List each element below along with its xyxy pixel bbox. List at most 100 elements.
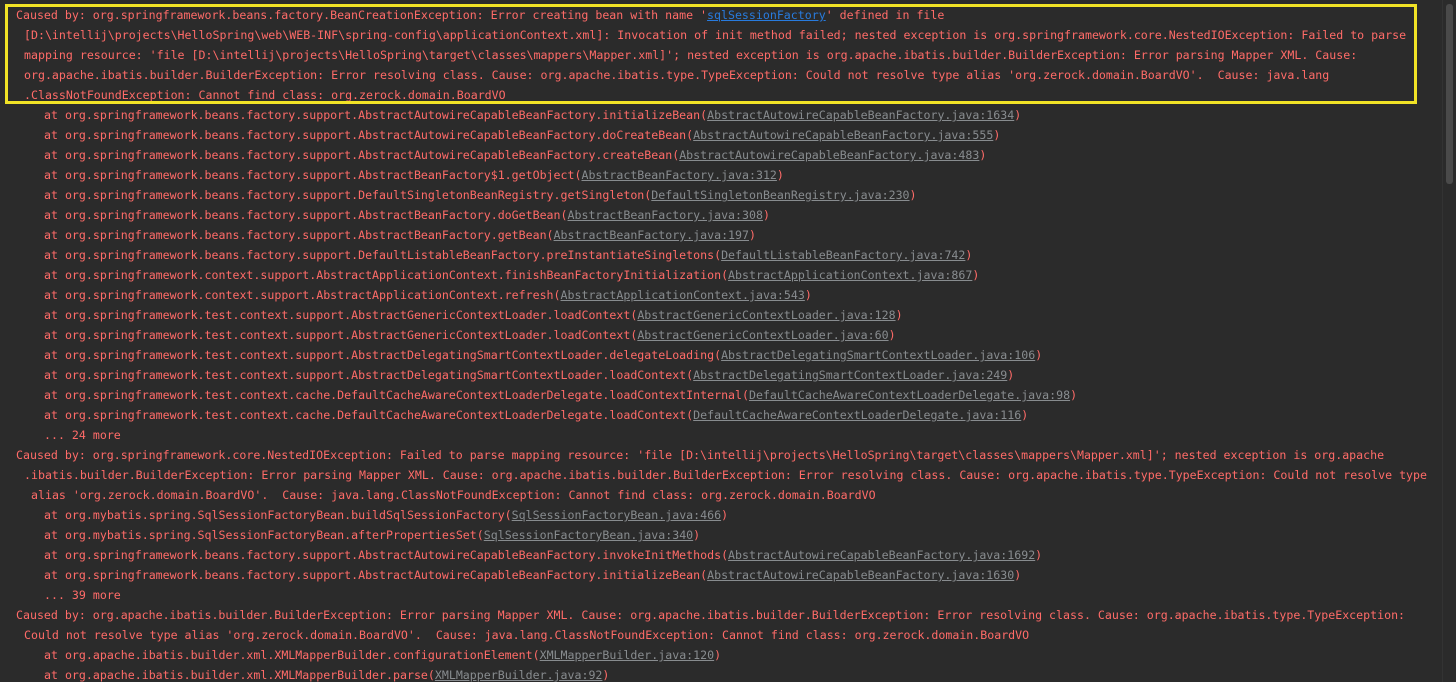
frame-close: ) [965, 248, 973, 262]
frame-close: ) [1021, 408, 1029, 422]
stack-frame-line: at org.springframework.beans.factory.sup… [44, 225, 756, 245]
stack-frame-line: at org.springframework.context.support.A… [44, 265, 979, 285]
stack-frame-line: at org.springframework.test.context.supp… [44, 345, 1042, 365]
source-file-link[interactable]: AbstractAutowireCapableBeanFactory.java:… [707, 568, 1014, 582]
exception-continuation-line: alias 'org.zerock.domain.BoardVO'. Cause… [31, 488, 876, 502]
frame-close: ) [749, 228, 756, 242]
frame-method: at org.springframework.beans.factory.sup… [44, 188, 652, 202]
frame-method: at org.springframework.beans.factory.sup… [44, 228, 554, 242]
source-file-link[interactable]: AbstractGenericContextLoader.java:128 [637, 308, 895, 322]
source-file-link[interactable]: AbstractDelegatingSmartContextLoader.jav… [693, 368, 1007, 382]
frame-method: at org.springframework.beans.factory.sup… [44, 148, 680, 162]
frame-method: at org.springframework.context.support.A… [44, 288, 561, 302]
source-file-link[interactable]: SqlSessionFactoryBean.java:466 [512, 508, 721, 522]
frame-method: at org.apache.ibatis.builder.xml.XMLMapp… [44, 668, 435, 682]
source-file-link[interactable]: XMLMapperBuilder.java:92 [435, 668, 603, 682]
source-file-link[interactable]: AbstractAutowireCapableBeanFactory.java:… [707, 108, 1014, 122]
source-file-link[interactable]: AbstractAutowireCapableBeanFactory.java:… [693, 128, 993, 142]
frame-close: ) [721, 508, 729, 522]
exception-continuation-line: [D:\intellij\projects\HelloSpring\web\WE… [24, 28, 1407, 42]
source-file-link[interactable]: DefaultCacheAwareContextLoaderDelegate.j… [749, 388, 1070, 402]
frame-method: at org.springframework.test.context.supp… [44, 328, 638, 342]
exception-cause-line: Caused by: org.springframework.core.Nest… [16, 448, 1385, 462]
stack-frame-line: at org.springframework.test.context.supp… [44, 305, 903, 325]
frame-method: at org.springframework.test.context.cach… [44, 408, 694, 422]
stack-frame-line: at org.springframework.beans.factory.sup… [44, 165, 784, 185]
frame-close: ) [993, 128, 1001, 142]
frame-close: ) [1014, 108, 1022, 122]
frame-method: at org.springframework.beans.factory.sup… [44, 108, 708, 122]
frame-method: at org.apache.ibatis.builder.xml.XMLMapp… [44, 648, 540, 662]
source-file-link[interactable]: AbstractBeanFactory.java:197 [554, 228, 749, 242]
exception-continuation-line: .ibatis.builder.BuilderException: Error … [24, 468, 1427, 482]
exception-continuation-line: Could not resolve type alias 'org.zerock… [24, 628, 1030, 642]
stack-frame-line: at org.springframework.test.context.supp… [44, 365, 1014, 385]
line-text: Caused by: org.springframework.beans.fac… [16, 8, 708, 22]
source-file-link[interactable]: AbstractApplicationContext.java:543 [561, 288, 805, 302]
frame-method: at org.springframework.test.context.supp… [44, 308, 638, 322]
source-file-link[interactable]: AbstractApplicationContext.java:867 [728, 268, 972, 282]
stack-frame-line: at org.springframework.beans.factory.sup… [44, 125, 1000, 145]
line-text: ' defined in file [825, 8, 945, 22]
stack-frame-line: at org.springframework.test.context.cach… [44, 405, 1028, 425]
frame-method: at org.springframework.beans.factory.sup… [44, 248, 722, 262]
scrollbar-thumb[interactable] [1446, 4, 1453, 184]
frame-method: at org.springframework.beans.factory.sup… [44, 548, 729, 562]
frame-method: at org.springframework.context.support.A… [44, 268, 729, 282]
source-file-link[interactable]: AbstractAutowireCapableBeanFactory.java:… [679, 148, 979, 162]
source-file-link[interactable]: AbstractDelegatingSmartContextLoader.jav… [721, 348, 1035, 362]
frame-close: ) [909, 188, 917, 202]
frame-close: ) [762, 208, 770, 222]
console-output[interactable]: Caused by: org.springframework.beans.fac… [0, 0, 1443, 682]
stack-frame-line: at org.springframework.beans.factory.sup… [44, 545, 1042, 565]
vertical-scrollbar[interactable] [1442, 0, 1456, 682]
stack-frame-line: at org.springframework.test.context.supp… [44, 325, 896, 345]
frame-close: ) [1007, 368, 1015, 382]
frame-method: at org.springframework.beans.factory.sup… [44, 168, 582, 182]
source-file-link[interactable]: AbstractAutowireCapableBeanFactory.java:… [728, 548, 1035, 562]
frame-method: at org.springframework.test.context.cach… [44, 388, 749, 402]
stack-frame-line: at org.apache.ibatis.builder.xml.XMLMapp… [44, 645, 721, 665]
frame-close: ) [1035, 548, 1043, 562]
frame-close: ) [602, 668, 610, 682]
stack-frame-line: at org.mybatis.spring.SqlSessionFactoryB… [44, 505, 728, 525]
frame-method: at org.springframework.beans.factory.sup… [44, 128, 694, 142]
stack-frame-line: at org.springframework.test.context.cach… [44, 385, 1077, 405]
frame-close: ) [972, 268, 980, 282]
stack-frame-line: at org.apache.ibatis.builder.xml.XMLMapp… [44, 665, 609, 682]
frame-close: ) [804, 288, 812, 302]
frame-close: ) [1014, 568, 1022, 582]
exception-continuation-line: .ClassNotFoundException: Cannot find cla… [24, 88, 506, 102]
source-file-link[interactable]: DefaultCacheAwareContextLoaderDelegate.j… [693, 408, 1021, 422]
stack-frame-line: at org.mybatis.spring.SqlSessionFactoryB… [44, 525, 700, 545]
frame-method: at org.springframework.test.context.supp… [44, 368, 694, 382]
frame-close: ) [888, 328, 896, 342]
exception-cause-line: Caused by: org.springframework.beans.fac… [16, 5, 944, 25]
frame-close: ) [979, 148, 987, 162]
stack-frame-line: at org.springframework.beans.factory.sup… [44, 565, 1021, 585]
frame-method: at org.springframework.beans.factory.sup… [44, 208, 568, 222]
source-file-link[interactable]: DefaultListableBeanFactory.java:742 [721, 248, 965, 262]
stack-frame-line: at org.springframework.context.support.A… [44, 285, 812, 305]
frame-close: ) [1035, 348, 1043, 362]
frame-close: ) [895, 308, 903, 322]
source-file-link[interactable]: AbstractGenericContextLoader.java:60 [637, 328, 888, 342]
stack-frame-line: at org.springframework.beans.factory.sup… [44, 105, 1021, 125]
bean-name-link[interactable]: sqlSessionFactory [707, 8, 826, 22]
exception-continuation-line: mapping resource: 'file [D:\intellij\pro… [24, 48, 1358, 62]
source-file-link[interactable]: XMLMapperBuilder.java:120 [540, 648, 715, 662]
source-file-link[interactable]: AbstractBeanFactory.java:308 [568, 208, 763, 222]
source-file-link[interactable]: SqlSessionFactoryBean.java:340 [484, 528, 693, 542]
frame-method: at org.mybatis.spring.SqlSessionFactoryB… [44, 528, 484, 542]
stack-frame-line: at org.springframework.beans.factory.sup… [44, 185, 917, 205]
source-file-link[interactable]: AbstractBeanFactory.java:312 [581, 168, 776, 182]
more-frames-line: ... 24 more [44, 428, 121, 442]
frame-close: ) [693, 528, 701, 542]
source-file-link[interactable]: DefaultSingletonBeanRegistry.java:230 [651, 188, 909, 202]
exception-cause-line: Caused by: org.apache.ibatis.builder.Bui… [16, 608, 1406, 622]
stack-frame-line: at org.springframework.beans.factory.sup… [44, 205, 770, 225]
stack-frame-line: at org.springframework.beans.factory.sup… [44, 145, 986, 165]
frame-method: at org.mybatis.spring.SqlSessionFactoryB… [44, 508, 512, 522]
frame-close: ) [714, 648, 722, 662]
frame-close: ) [1070, 388, 1078, 402]
